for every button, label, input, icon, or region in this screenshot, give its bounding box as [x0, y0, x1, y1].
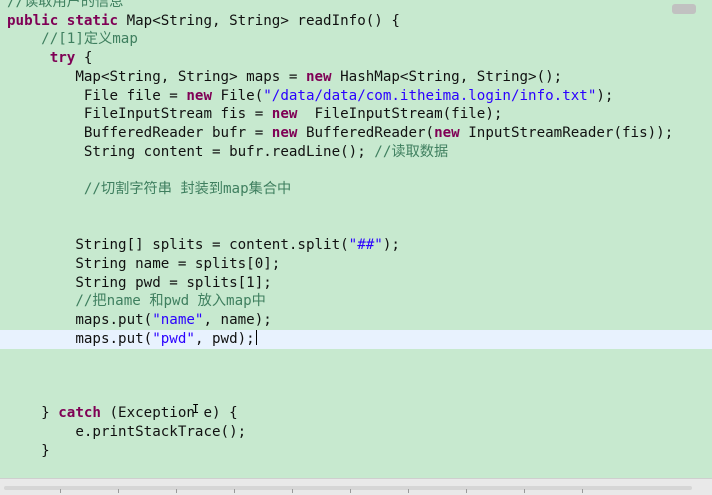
code-line[interactable]: //读取用户的信息 [0, 0, 712, 12]
keyword-token: try [49, 50, 76, 67]
string-token: "name" [152, 311, 204, 328]
code-token: Map<String, String> readInfo() { [118, 12, 400, 29]
text-caret [255, 329, 257, 345]
keyword-token: new [271, 124, 298, 141]
scrollbar-thumb[interactable] [672, 4, 696, 14]
code-token: maps.put( [7, 311, 153, 328]
horizontal-scrollbar[interactable] [0, 478, 712, 495]
ruler-tick [350, 489, 351, 493]
code-editor[interactable]: //读取用户的信息 public static Map<String, Strin… [0, 0, 712, 478]
ibeam-cursor-icon: I [192, 402, 200, 416]
code-token: InputStreamReader(fis)); [459, 124, 674, 141]
code-line[interactable] [0, 348, 712, 367]
code-line[interactable]: BufferedReader bufr = new BufferedReader… [0, 124, 712, 143]
code-line[interactable]: maps.put("pwd", pwd); [0, 329, 712, 349]
code-line[interactable]: //切割字符串 封装到map集合中 [0, 180, 712, 199]
string-token: "/data/data/com.itheima.login/info.txt" [263, 87, 597, 104]
comment-token: //把name 和pwd 放入map中 [75, 293, 266, 310]
code-line[interactable]: String[] splits = content.split("##"); [0, 236, 712, 255]
code-line[interactable]: String name = splits[0]; [0, 255, 712, 274]
code-line[interactable]: FileInputStream fis = new FileInputStrea… [0, 105, 712, 124]
ruler-tick [582, 489, 583, 493]
code-line[interactable]: String pwd = splits[1]; [0, 274, 712, 293]
comment-token: //[1]定义map [41, 31, 138, 48]
code-token: String[] splits = content.split( [7, 237, 349, 254]
code-token: FileInputStream fis = [7, 106, 272, 123]
code-token: String content = bufr.readLine(); [7, 143, 375, 160]
ruler-tick [60, 489, 61, 493]
code-token: File file = [7, 87, 187, 104]
keyword-token: new [305, 68, 332, 85]
scrollbar-track[interactable] [4, 486, 692, 490]
code-token: HashMap<String, String>(); [331, 68, 563, 85]
code-line[interactable]: try { [0, 49, 712, 68]
code-line[interactable] [0, 367, 712, 386]
code-line[interactable]: //[1]定义map [0, 30, 712, 49]
code-line[interactable]: Map<String, String> maps = new HashMap<S… [0, 68, 712, 87]
ruler-tick [118, 489, 119, 493]
code-line[interactable] [0, 161, 712, 180]
code-line[interactable] [0, 386, 712, 405]
code-line[interactable]: public static Map<String, String> readIn… [0, 12, 712, 31]
code-token: { [75, 50, 93, 67]
code-line[interactable]: maps.put("name", name); [0, 311, 712, 330]
comment-token: //切割字符串 封装到map集合中 [83, 181, 292, 197]
keyword-token: static [66, 12, 119, 29]
keyword-token: new [186, 87, 212, 104]
code-token: (Exception e) { [100, 405, 238, 422]
code-token: maps.put( [7, 330, 153, 347]
code-line[interactable] [0, 461, 712, 479]
ruler-tick [292, 489, 293, 493]
string-token: "##" [348, 237, 383, 254]
code-line[interactable]: } catch (Exception e) { [0, 404, 712, 423]
ruler-tick [234, 489, 235, 493]
code-line[interactable]: e.printStackTrace(); [0, 423, 712, 442]
string-token: "pwd" [152, 330, 195, 347]
code-token: FileInputStream(file); [297, 106, 503, 123]
ruler-tick [176, 489, 177, 493]
code-token: String name = splits[0]; [7, 255, 281, 272]
ruler-tick [524, 489, 525, 493]
keyword-token: new [434, 124, 460, 141]
code-token: , pwd); [194, 330, 255, 347]
code-token: ); [596, 87, 614, 104]
code-line[interactable]: String content = bufr.readLine(); //读取数据 [0, 143, 712, 162]
ruler-tick [408, 489, 409, 493]
comment-token: //读取数据 [374, 143, 449, 160]
code-token: ); [382, 237, 400, 254]
code-token: File( [212, 87, 264, 104]
code-line[interactable] [0, 217, 712, 236]
code-token: BufferedReader( [297, 124, 435, 141]
keyword-token: new [271, 106, 298, 123]
keyword-token: catch [58, 405, 101, 422]
code-token: BufferedReader bufr = [7, 124, 272, 141]
code-token: } [7, 442, 50, 459]
code-token: Map<String, String> maps = [7, 68, 306, 85]
code-token: e.printStackTrace(); [7, 424, 247, 441]
code-token: , name); [203, 311, 272, 328]
comment-token: //读取用户的信息 [7, 0, 124, 10]
code-line[interactable] [0, 199, 712, 218]
code-line[interactable]: //把name 和pwd 放入map中 [0, 292, 712, 311]
ruler-tick [466, 489, 467, 493]
code-token: String pwd = splits[1]; [7, 274, 272, 291]
code-line[interactable]: } [0, 442, 712, 461]
code-token: } [7, 405, 59, 422]
keyword-token: public [7, 12, 59, 29]
code-line[interactable]: File file = new File("/data/data/com.ith… [0, 87, 712, 106]
